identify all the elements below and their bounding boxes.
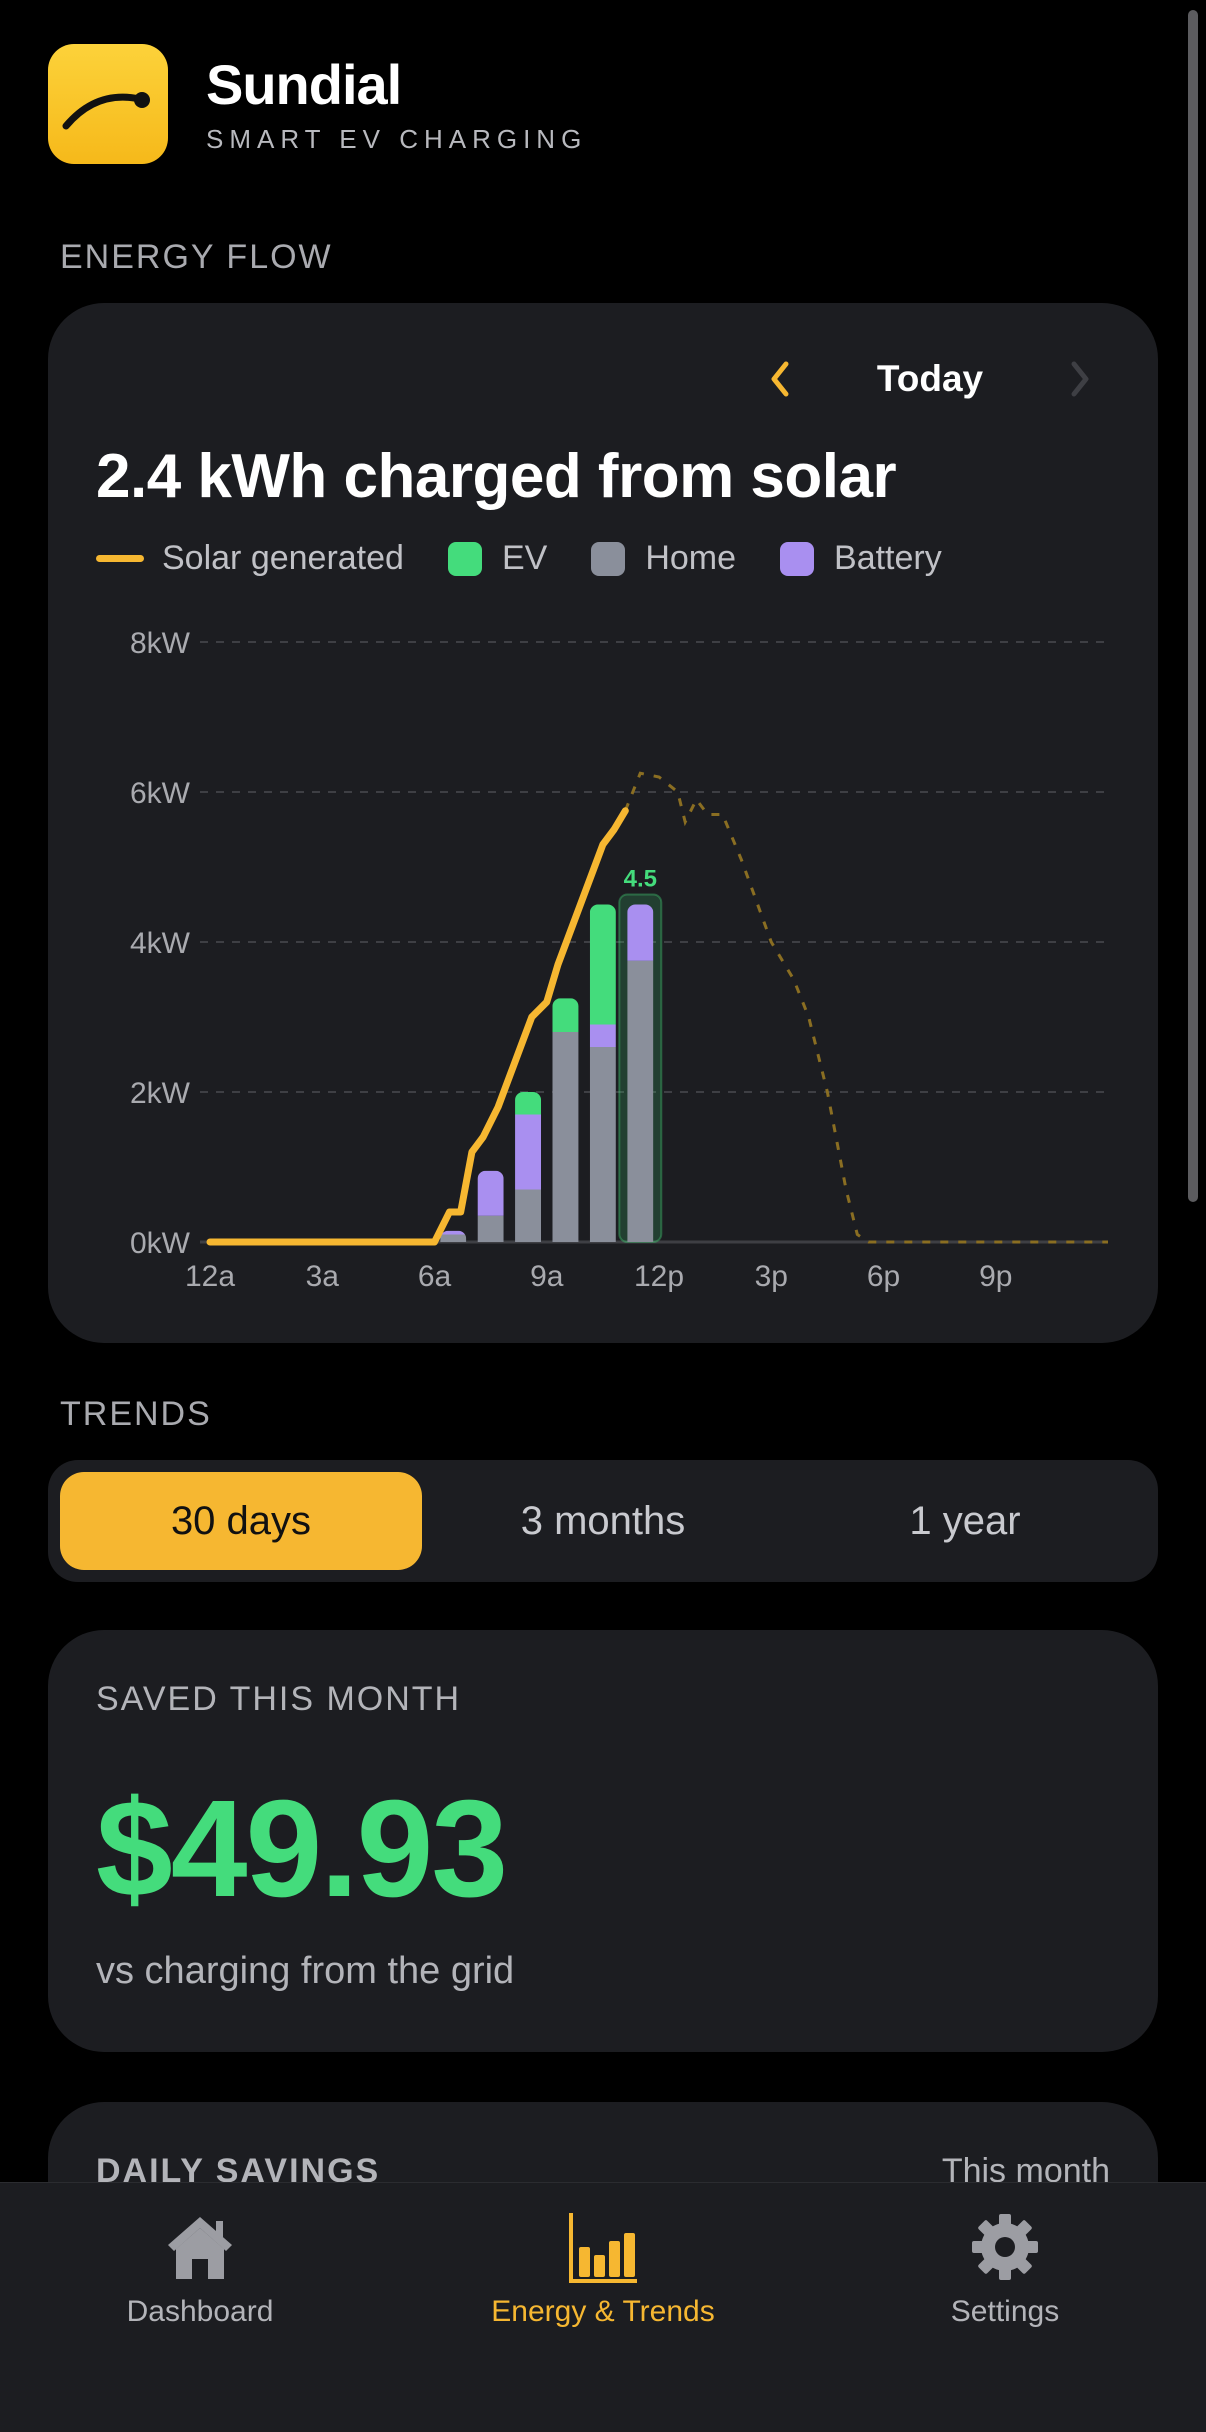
home-bar-segment (552, 1032, 579, 1242)
home-bar-segment (627, 960, 654, 1242)
energy-flow-section-title: ENERGY FLOW (60, 238, 333, 276)
trend-range-selector: 30 days 3 months 1 year (48, 1460, 1158, 1582)
tab-bar: Dashboard Energy & Trends Settings (0, 2182, 1206, 2432)
ev-bar-segment (589, 904, 616, 1025)
battery-bar-segment (477, 1170, 504, 1216)
x-tick-label: 9a (530, 1260, 564, 1293)
house-icon (160, 2207, 240, 2287)
range-3-months-button[interactable]: 3 months (422, 1472, 784, 1570)
ev-bar-segment (552, 998, 579, 1032)
tab-dashboard[interactable]: Dashboard (50, 2207, 350, 2329)
battery-bar-segment (627, 904, 654, 961)
y-tick-label: 6kW (130, 777, 191, 810)
app-name: Sundial (206, 52, 402, 116)
y-tick-label: 0kW (130, 1227, 191, 1260)
x-tick-label: 3a (306, 1260, 340, 1293)
home-bar-segment (589, 1047, 616, 1242)
tab-settings-label: Settings (950, 2295, 1060, 2328)
energy-flow-chart[interactable]: 8kW 6kW 4kW 2kW 0kW12a 3a 6a 9a 12p 3p 6p 9p 4.5 (48, 303, 1158, 1343)
savings-note: vs charging from the grid (96, 1950, 515, 1992)
tab-settings[interactable]: Settings (855, 2207, 1155, 2329)
tab-energy-trends[interactable]: Energy & Trends (453, 2207, 753, 2329)
home-bar-segment (515, 1189, 542, 1242)
savings-value: $49.93 (96, 1772, 508, 1926)
battery-bar-segment (589, 1024, 616, 1047)
scrollbar[interactable] (1188, 10, 1198, 1202)
y-tick-label: 8kW (130, 627, 191, 660)
trends-section-title: TRENDS (60, 1395, 212, 1433)
battery-bar-segment (515, 1114, 542, 1190)
savings-label: SAVED THIS MONTH (96, 1680, 462, 1718)
x-tick-label: 9p (979, 1260, 1012, 1293)
battery-bar-segment (440, 1230, 467, 1235)
tab-energy-trends-label: Energy & Trends (491, 2295, 715, 2328)
sundial-logo-icon (48, 44, 168, 164)
bar-chart-icon (563, 2207, 643, 2287)
x-tick-label: 3p (755, 1260, 788, 1293)
x-tick-label: 12p (634, 1260, 684, 1293)
gear-icon (965, 2207, 1045, 2287)
app-subtitle: SMART EV CHARGING (206, 123, 588, 154)
ev-bar-segment (515, 1092, 542, 1115)
x-tick-label: 6a (418, 1260, 452, 1293)
x-tick-label: 6p (867, 1260, 900, 1293)
solar-forecast-line (623, 771, 1108, 1244)
tab-dashboard-label: Dashboard (126, 2295, 274, 2328)
home-bar-segment (477, 1215, 504, 1242)
x-tick-label: 12a (185, 1260, 235, 1293)
selected-bar-value-label: 4.5 (624, 866, 657, 893)
home-bar-segment (440, 1234, 467, 1242)
y-tick-label: 4kW (130, 927, 191, 960)
range-30-days-button[interactable]: 30 days (60, 1472, 422, 1570)
y-tick-label: 2kW (130, 1077, 191, 1110)
energy-flow-card: Today 2.4 kWh charged from solar Solar g… (48, 303, 1158, 1343)
range-1-year-button[interactable]: 1 year (784, 1472, 1146, 1570)
app-header: Sundial SMART EV CHARGING (48, 44, 587, 164)
savings-card: SAVED THIS MONTH $49.93 vs charging from… (48, 1630, 1158, 2052)
